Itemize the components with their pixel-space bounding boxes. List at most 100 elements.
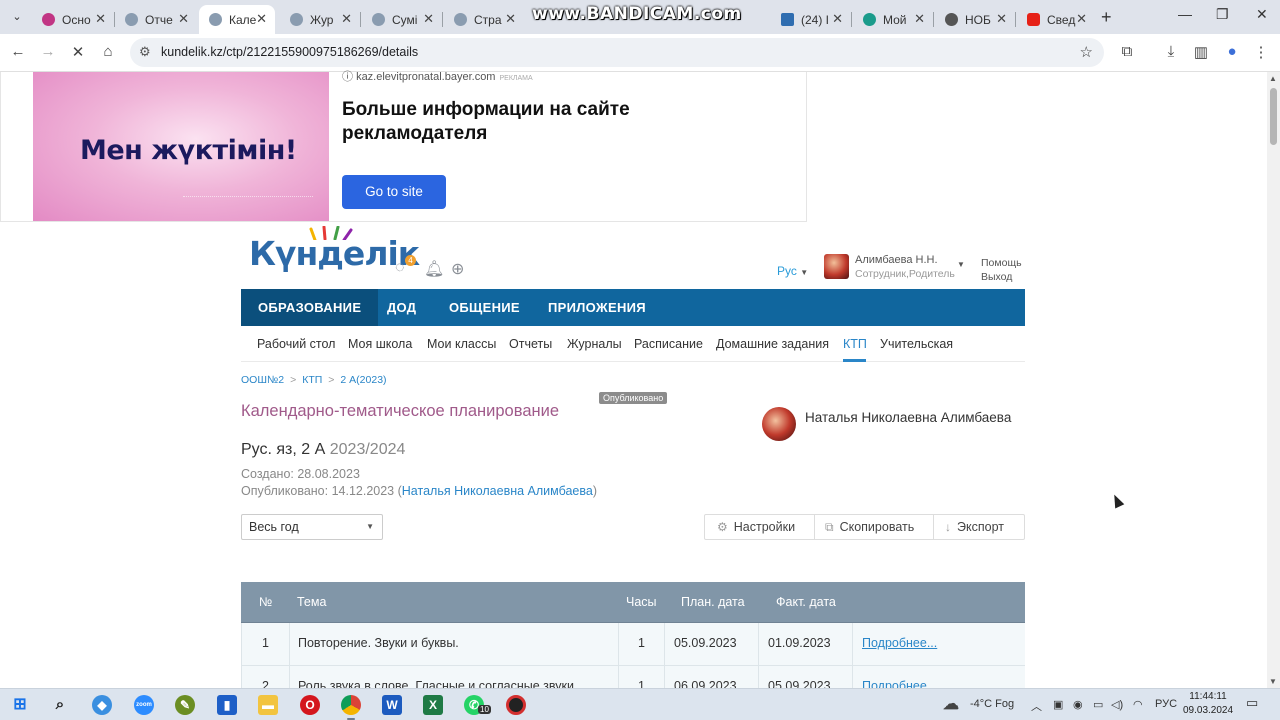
system-clock[interactable]: 11:44:11 09.03.2024 — [1183, 690, 1233, 718]
ad-domain[interactable]: ⓘ kaz.elevitpronatal.bayer.com РЕКЛАМА — [342, 68, 533, 84]
close-tab-icon[interactable]: ✕ — [256, 11, 267, 27]
tray-app-icon[interactable]: ◉ — [1073, 698, 1083, 711]
sub-nav-schedule[interactable]: Расписание — [634, 337, 703, 351]
main-nav-apps[interactable]: ПРИЛОЖЕНИЯ — [548, 289, 646, 326]
bell-icon[interactable]: 🔔︎ — [424, 259, 444, 279]
notifications-icon[interactable]: ▭ — [1246, 695, 1258, 711]
close-tab-icon[interactable]: ✕ — [1076, 11, 1087, 27]
browser-tab[interactable]: (24) I ✕ — [771, 5, 852, 34]
sub-nav-ktp[interactable]: КТП — [843, 337, 867, 351]
more-menu-icon[interactable]: ⋮ — [1251, 43, 1271, 61]
weather-cloud-icon[interactable]: ☁ — [941, 695, 961, 715]
help-link[interactable]: Помощь — [981, 256, 1022, 270]
opera-icon[interactable]: O — [300, 695, 320, 715]
app-icon[interactable]: ✎ — [175, 695, 195, 715]
tab-search-chevron-icon[interactable]: ⌄ — [8, 8, 26, 26]
close-tab-icon[interactable]: ✕ — [832, 11, 843, 27]
url-text[interactable]: kundelik.kz/ctp/2122155900975186269/deta… — [161, 45, 418, 59]
main-nav-education[interactable]: ОБРАЗОВАНИЕ — [241, 289, 379, 326]
author-name[interactable]: Наталья Николаевна Алимбаева — [805, 410, 1011, 425]
sub-nav-teachers-room[interactable]: Учительская — [880, 337, 953, 351]
sub-nav-my-classes[interactable]: Мои классы — [427, 337, 496, 351]
new-tab-icon[interactable]: + — [1101, 7, 1112, 28]
minimize-icon[interactable]: — — [1178, 6, 1192, 22]
browser-tab[interactable]: Свед ✕ — [1017, 5, 1095, 34]
home-icon[interactable]: ⌂ — [98, 43, 118, 60]
scrollbar-thumb[interactable] — [1270, 88, 1277, 145]
user-avatar[interactable] — [824, 254, 849, 279]
language-selector[interactable]: Рус ▼ — [777, 264, 808, 278]
main-nav-communication[interactable]: ОБЩЕНИЕ — [449, 289, 520, 326]
breadcrumb-school[interactable]: ООШ№2 — [241, 374, 284, 386]
browser-tab[interactable]: Осно ✕ — [32, 5, 115, 34]
sub-nav-desktop[interactable]: Рабочий стол — [257, 337, 335, 351]
battery-icon[interactable]: ▭ — [1093, 698, 1103, 711]
sub-nav-homework[interactable]: Домашние задания — [716, 337, 829, 351]
search-icon[interactable]: ⌕ — [50, 695, 70, 715]
close-tab-icon[interactable]: ✕ — [95, 11, 106, 27]
details-link[interactable]: Подробнее... — [862, 636, 937, 650]
breadcrumb-ktp[interactable]: КТП — [302, 374, 322, 386]
app-icon[interactable]: ◆ — [92, 695, 112, 715]
ad-title[interactable]: Больше информации на сайте рекламодателя — [342, 98, 662, 146]
volume-icon[interactable]: ◁) — [1111, 698, 1123, 711]
browser-tab[interactable]: Отче ✕ — [115, 5, 197, 34]
close-tab-icon[interactable]: ✕ — [178, 11, 189, 27]
main-nav-dod[interactable]: ДОД — [387, 289, 416, 326]
forward-icon[interactable]: → — [38, 43, 58, 60]
weather-text[interactable]: -4°C Fog — [970, 698, 1014, 710]
close-window-icon[interactable]: ✕ — [1256, 6, 1268, 23]
close-tab-icon[interactable]: ✕ — [423, 11, 434, 27]
settings-button[interactable]: ⚙ Настройки — [717, 515, 795, 539]
sub-nav-journals[interactable]: Журналы — [567, 337, 622, 351]
zoom-icon[interactable]: zoom — [134, 695, 154, 715]
kundelik-logo[interactable]: Күнделік — [249, 226, 420, 284]
scroll-down-icon[interactable]: ▼ — [1269, 677, 1277, 686]
chat-icon[interactable]: ◌ — [395, 259, 405, 277]
close-tab-icon[interactable]: ✕ — [341, 11, 352, 27]
bookmark-star-icon[interactable]: ☆ — [1080, 43, 1093, 61]
copy-button[interactable]: ⧉ Скопировать — [825, 515, 914, 539]
input-language[interactable]: РУС — [1155, 698, 1177, 710]
restore-icon[interactable]: ❐ — [1216, 6, 1229, 23]
profile-icon[interactable]: ● — [1222, 43, 1242, 60]
ad-image[interactable]: Мен жүктімін! — [33, 72, 329, 221]
ad-go-button[interactable]: Go to site — [342, 175, 446, 209]
close-tab-icon[interactable]: ✕ — [505, 11, 516, 27]
published-author-link[interactable]: Наталья Николаевна Алимбаева — [402, 484, 593, 498]
side-panel-icon[interactable]: ▥ — [1191, 43, 1211, 61]
sub-nav-my-school[interactable]: Моя школа — [348, 337, 412, 351]
close-tab-icon[interactable]: ✕ — [996, 11, 1007, 27]
windows-start-icon[interactable]: ⊞ — [10, 695, 30, 715]
chrome-icon[interactable] — [341, 695, 361, 715]
tray-app-icon[interactable]: ▣ — [1053, 698, 1063, 711]
browser-tab[interactable]: Жур ✕ — [280, 5, 361, 34]
globe-icon[interactable]: ⊕ — [451, 259, 464, 279]
export-button[interactable]: ↓ Экспорт — [945, 515, 1004, 539]
page-scrollbar[interactable]: ▲ ▼ — [1267, 72, 1280, 688]
ad-banner[interactable]: Мен жүктімін! ⓘ kaz.elevitpronatal.bayer… — [0, 71, 807, 222]
scroll-up-icon[interactable]: ▲ — [1269, 74, 1277, 83]
browser-tab[interactable]: Стра ✕ — [444, 5, 524, 34]
wifi-icon[interactable]: ◠ — [1133, 698, 1143, 711]
author-avatar[interactable] — [762, 407, 796, 441]
logout-link[interactable]: Выход — [981, 270, 1022, 284]
download-icon[interactable]: ⤓ — [1161, 43, 1181, 60]
user-name[interactable]: Алимбаева Н.Н. — [855, 254, 938, 266]
period-select[interactable]: Весь год ▼ — [241, 514, 383, 540]
stop-loading-icon[interactable]: ✕ — [68, 43, 88, 61]
sub-nav-reports[interactable]: Отчеты — [509, 337, 552, 351]
browser-tab[interactable]: НОБ ✕ — [935, 5, 1016, 34]
excel-icon[interactable]: X — [423, 695, 443, 715]
site-info-icon[interactable]: ⚙ — [139, 44, 151, 60]
close-tab-icon[interactable]: ✕ — [914, 11, 925, 27]
breadcrumb-class[interactable]: 2 А(2023) — [340, 374, 386, 386]
address-bar[interactable]: ⚙ kundelik.kz/ctp/2122155900975186269/de… — [130, 38, 1104, 67]
word-icon[interactable]: W — [382, 695, 402, 715]
browser-tab[interactable]: Мой ✕ — [853, 5, 934, 34]
tray-chevron-icon[interactable]: ︿ — [1031, 698, 1042, 714]
back-icon[interactable]: ← — [8, 43, 28, 60]
notes-icon[interactable]: ▮ — [217, 695, 237, 715]
browser-tab-active[interactable]: Кале ✕ — [199, 5, 275, 34]
folder-icon[interactable]: ▬ — [258, 695, 278, 715]
